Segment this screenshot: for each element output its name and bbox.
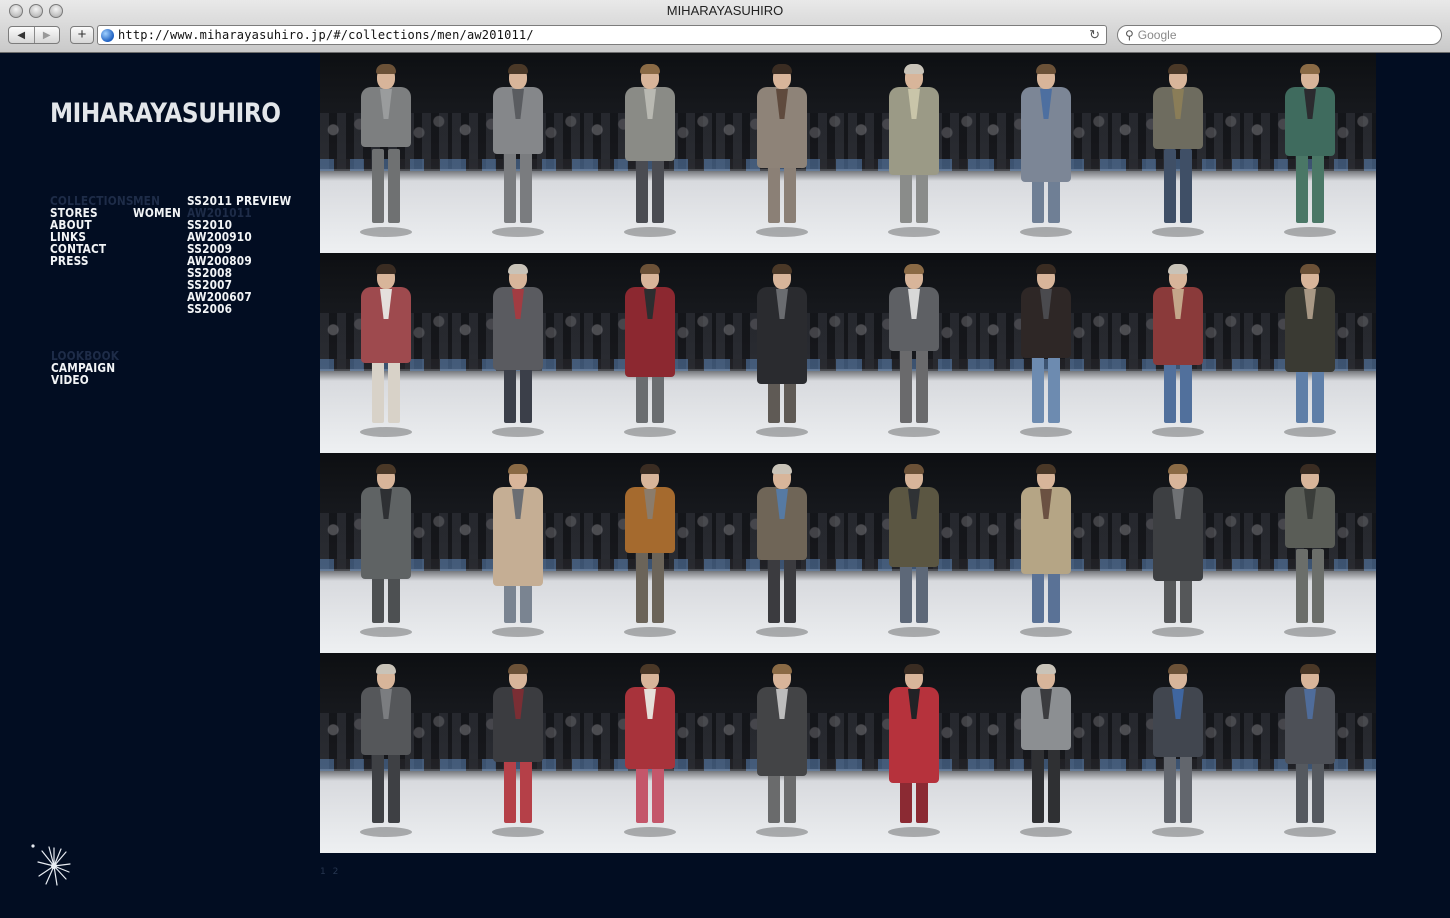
search-field[interactable]: ⚲ xyxy=(1117,25,1442,45)
runway-look-thumbnail[interactable] xyxy=(1112,253,1244,453)
main-nav: COLLECTIONS STORES ABOUT LINKS CONTACT PRESS xyxy=(50,195,134,267)
runway-look-thumbnail[interactable] xyxy=(1112,653,1244,853)
runway-look-thumbnail[interactable] xyxy=(584,653,716,853)
search-icon: ⚲ xyxy=(1125,28,1134,42)
runway-look-thumbnail[interactable] xyxy=(1244,453,1376,653)
runway-look-thumbnail[interactable] xyxy=(980,253,1112,453)
nav-item-press[interactable]: PRESS xyxy=(50,255,134,267)
runway-look-thumbnail[interactable] xyxy=(320,53,452,253)
gender-nav: MEN WOMEN xyxy=(133,195,181,219)
runway-look-thumbnail[interactable] xyxy=(452,53,584,253)
runway-look-thumbnail[interactable] xyxy=(584,453,716,653)
runway-look-thumbnail[interactable] xyxy=(452,253,584,453)
runway-look-thumbnail[interactable] xyxy=(452,453,584,653)
site-logo[interactable]: MIHARAYASUHIRO xyxy=(50,98,281,129)
window-title: MIHARAYASUHIRO xyxy=(666,3,784,18)
runway-look-thumbnail[interactable] xyxy=(1244,653,1376,853)
address-text[interactable]: http://www.miharayasuhiro.jp/#/collectio… xyxy=(118,28,1089,42)
runway-look-thumbnail[interactable] xyxy=(584,253,716,453)
extra-nav: LOOKBOOK CAMPAIGN VIDEO xyxy=(51,350,119,386)
runway-look-thumbnail[interactable] xyxy=(848,653,980,853)
runway-look-thumbnail[interactable] xyxy=(452,653,584,853)
back-button[interactable]: ◀ xyxy=(9,27,34,43)
gender-item-women[interactable]: WOMEN xyxy=(133,207,181,219)
runway-look-thumbnail[interactable] xyxy=(980,53,1112,253)
globe-icon xyxy=(101,28,114,42)
starburst-logo-icon xyxy=(31,844,71,886)
runway-look-thumbnail[interactable] xyxy=(320,253,452,453)
page-link-2[interactable]: 2 xyxy=(333,867,339,877)
runway-look-thumbnail[interactable] xyxy=(1244,53,1376,253)
runway-look-thumbnail[interactable] xyxy=(320,653,452,853)
address-bar[interactable]: http://www.miharayasuhiro.jp/#/collectio… xyxy=(97,25,1107,45)
forward-button[interactable]: ▶ xyxy=(33,27,60,43)
page-link-1[interactable]: 1 xyxy=(320,867,326,877)
runway-look-thumbnail[interactable] xyxy=(980,653,1112,853)
season-nav: SS2011 PREVIEW AW201011 SS2010 AW200910 SS20… xyxy=(187,195,291,315)
runway-look-thumbnail[interactable] xyxy=(848,453,980,653)
runway-look-thumbnail[interactable] xyxy=(716,453,848,653)
browser-chrome: MIHARAYASUHIRO ◀ ▶ + http://www.miharaya… xyxy=(0,0,1450,53)
history-buttons: ◀ ▶ xyxy=(8,26,60,44)
collection-grid xyxy=(320,53,1376,853)
runway-look-thumbnail[interactable] xyxy=(848,253,980,453)
runway-look-thumbnail[interactable] xyxy=(848,53,980,253)
season-item-ss2006[interactable]: SS2006 xyxy=(187,303,291,315)
reload-icon[interactable]: ↻ xyxy=(1089,27,1100,43)
pagination: 1 2 xyxy=(320,867,338,877)
search-input[interactable] xyxy=(1137,28,1418,42)
runway-look-thumbnail[interactable] xyxy=(320,453,452,653)
add-bookmark-button[interactable]: + xyxy=(70,26,94,44)
runway-look-thumbnail[interactable] xyxy=(716,653,848,853)
extra-item-video[interactable]: VIDEO xyxy=(51,374,119,386)
runway-look-thumbnail[interactable] xyxy=(1244,253,1376,453)
runway-look-thumbnail[interactable] xyxy=(716,253,848,453)
runway-look-thumbnail[interactable] xyxy=(980,453,1112,653)
runway-look-thumbnail[interactable] xyxy=(1112,453,1244,653)
runway-look-thumbnail[interactable] xyxy=(1112,53,1244,253)
runway-look-thumbnail[interactable] xyxy=(716,53,848,253)
runway-look-thumbnail[interactable] xyxy=(584,53,716,253)
